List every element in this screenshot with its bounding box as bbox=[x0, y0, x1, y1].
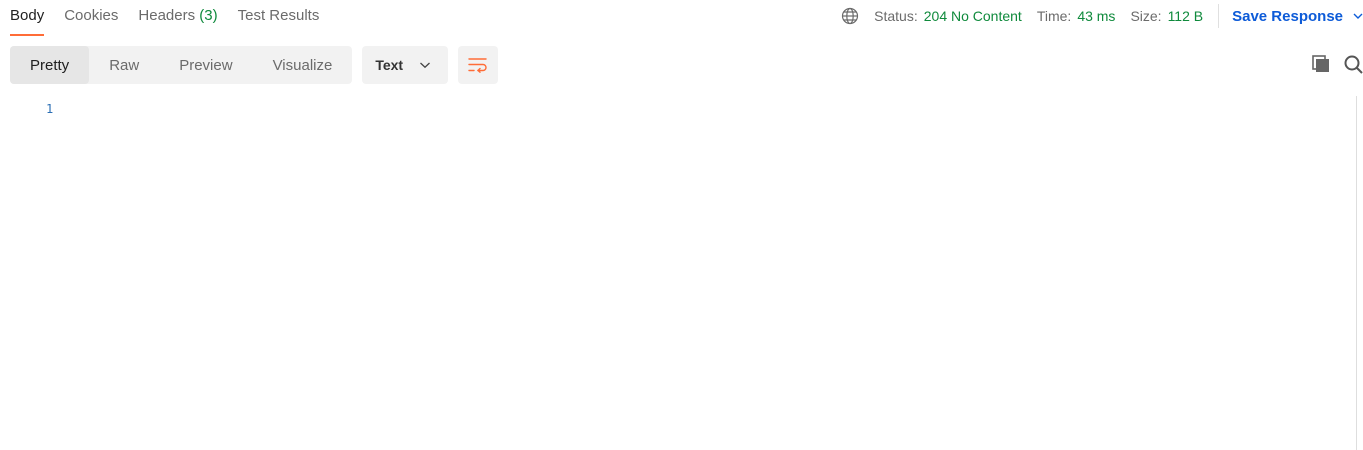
tab-cookies[interactable]: Cookies bbox=[64, 0, 118, 36]
headers-count-badge: (3) bbox=[199, 7, 218, 24]
view-mode-pretty[interactable]: Pretty bbox=[10, 46, 90, 84]
tab-test-results[interactable]: Test Results bbox=[238, 0, 320, 36]
editor-scrollbar[interactable] bbox=[1356, 96, 1357, 450]
body-toolbar: Pretty Raw Preview Visualize Text bbox=[10, 46, 499, 84]
wrap-lines-button[interactable] bbox=[458, 46, 499, 84]
chevron-down-icon bbox=[419, 61, 431, 69]
view-mode-visualize[interactable]: Visualize bbox=[253, 46, 353, 84]
status-value[interactable]: 204 No Content bbox=[924, 8, 1022, 24]
status-label: Status: bbox=[874, 8, 918, 24]
line-number: 1 bbox=[46, 102, 54, 116]
tab-headers-label: Headers bbox=[138, 7, 196, 24]
search-icon[interactable] bbox=[1343, 54, 1363, 79]
editor-actions bbox=[1311, 54, 1363, 79]
time-label: Time: bbox=[1036, 8, 1072, 24]
view-mode-raw[interactable]: Raw bbox=[89, 46, 159, 84]
copy-icon[interactable] bbox=[1311, 54, 1331, 79]
wrap-lines-icon bbox=[468, 58, 488, 73]
tab-body-label: Body bbox=[10, 7, 45, 24]
tab-body[interactable]: Body bbox=[10, 0, 45, 36]
response-meta: Status: 204 No Content Time: 43 ms Size:… bbox=[840, 0, 1363, 32]
save-response-label: Save Response bbox=[1232, 7, 1343, 25]
view-mode-segmented-control: Pretty Raw Preview Visualize bbox=[10, 46, 353, 84]
format-select[interactable]: Text bbox=[362, 46, 449, 84]
time-value[interactable]: 43 ms bbox=[1077, 8, 1115, 24]
response-tabs: Body Cookies Headers (3) Test Results bbox=[0, 0, 339, 36]
tab-cookies-label: Cookies bbox=[64, 7, 119, 24]
size-label: Size: bbox=[1130, 8, 1162, 24]
tab-headers[interactable]: Headers (3) bbox=[138, 0, 217, 36]
tab-test-results-label: Test Results bbox=[237, 7, 320, 24]
view-mode-preview[interactable]: Preview bbox=[159, 46, 252, 84]
response-body-editor[interactable]: 1 bbox=[0, 96, 1360, 450]
format-select-value: Text bbox=[375, 57, 404, 73]
chevron-down-icon bbox=[1353, 13, 1363, 19]
divider bbox=[1218, 4, 1220, 28]
globe-icon[interactable] bbox=[840, 6, 860, 26]
size-value[interactable]: 112 B bbox=[1168, 8, 1204, 24]
save-response-button[interactable]: Save Response bbox=[1232, 8, 1363, 25]
